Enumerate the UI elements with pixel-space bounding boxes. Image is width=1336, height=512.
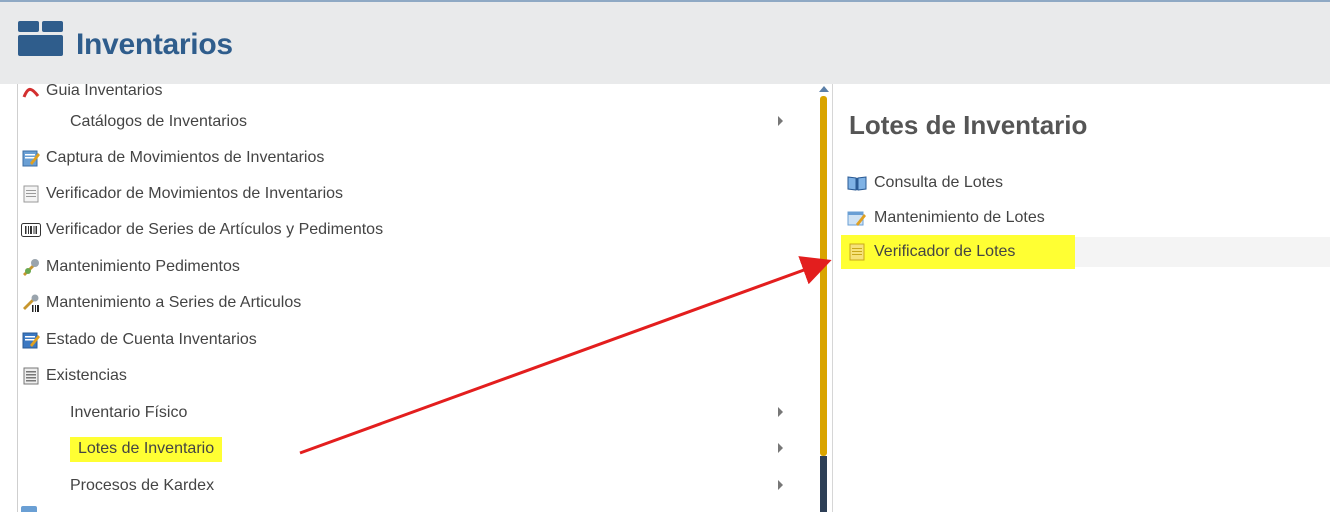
yellow-doc-icon — [847, 243, 867, 261]
app-header: Inventarios — [0, 0, 1330, 84]
edit-table-icon — [847, 209, 867, 227]
submenu-title: Lotes de Inventario — [849, 110, 1088, 140]
menu-item-existencias[interactable]: Existencias — [18, 361, 798, 391]
box-icon — [17, 19, 64, 57]
menu-item-label: Mantenimiento a Series de Articulos — [46, 294, 302, 311]
submenu-panel: Lotes de Inventario Consulta de Lotes Ma… — [833, 84, 1330, 512]
left-menu: Guia Inventarios Catálogos de Inventario… — [17, 84, 820, 512]
menu-item-guia-inventarios[interactable]: Guia Inventarios — [18, 84, 798, 106]
submenu-item-label: Consulta de Lotes — [874, 174, 1003, 191]
menu-item-label: Verificador de Movimientos de Inventario… — [46, 185, 344, 202]
submenu-item-consulta-lotes[interactable]: Consulta de Lotes — [847, 168, 1330, 198]
menu-item-label: Mantenimiento Pedimentos — [46, 258, 240, 275]
edit-doc-icon — [21, 331, 41, 349]
pdf-icon — [21, 84, 41, 100]
menu-item-label: Inventario Físico — [70, 404, 188, 421]
menu-item-label: Procesos de Kardex — [70, 477, 215, 494]
highlight-box: Verificador de Lotes — [841, 235, 1076, 269]
tools-icon — [21, 258, 41, 276]
barcode-icon — [21, 221, 41, 239]
submenu-item-label: Mantenimiento de Lotes — [874, 209, 1045, 226]
next-item-icon — [21, 506, 37, 512]
menu-item-label: Verificador de Series de Artículos y Ped… — [46, 221, 384, 238]
menu-item-verificador-series[interactable]: Verificador de Series de Artículos y Ped… — [18, 215, 798, 245]
chevron-right-icon — [778, 407, 783, 417]
tools-barcode-icon — [21, 294, 41, 312]
edit-doc-icon — [21, 149, 41, 167]
menu-item-label: Guia Inventarios — [46, 84, 163, 99]
list-doc-icon — [21, 367, 41, 385]
menu-item-mantenimiento-series[interactable]: Mantenimiento a Series de Articulos — [18, 288, 798, 318]
menu-item-captura-movimientos[interactable]: Captura de Movimientos de Inventarios — [18, 143, 798, 173]
menu-item-estado-cuenta[interactable]: Estado de Cuenta Inventarios — [18, 325, 798, 355]
menu-item-label: Catálogos de Inventarios — [70, 113, 247, 130]
document-icon — [21, 185, 41, 203]
chevron-right-icon — [778, 480, 783, 490]
menu-item-procesos-kardex[interactable]: Procesos de Kardex — [18, 471, 798, 501]
menu-item-label: Captura de Movimientos de Inventarios — [46, 149, 325, 166]
scrollbar-thumb[interactable] — [820, 96, 827, 456]
chevron-right-icon — [778, 116, 783, 126]
scrollbar-thumb-lower[interactable] — [820, 456, 827, 512]
menu-item-mantenimiento-pedimentos[interactable]: Mantenimiento Pedimentos — [18, 252, 798, 282]
submenu-item-label: Verificador de Lotes — [874, 243, 1016, 260]
menu-item-label: Estado de Cuenta Inventarios — [46, 331, 257, 348]
book-icon — [847, 174, 867, 192]
chevron-right-icon — [778, 443, 783, 453]
submenu-item-verificador-lotes[interactable]: Verificador de Lotes — [841, 235, 1330, 269]
page-title: Inventarios — [76, 28, 233, 61]
scroll-up-icon[interactable] — [819, 86, 829, 92]
menu-item-label: Existencias — [46, 367, 127, 384]
menu-item-label: Lotes de Inventario — [70, 436, 223, 462]
menu-item-lotes-inventario[interactable]: Lotes de Inventario — [18, 434, 798, 464]
submenu-item-mantenimiento-lotes[interactable]: Mantenimiento de Lotes — [847, 203, 1330, 233]
menu-item-verificador-movimientos[interactable]: Verificador de Movimientos de Inventario… — [18, 179, 798, 209]
menu-item-catalogos[interactable]: Catálogos de Inventarios — [18, 107, 798, 137]
menu-item-inventario-fisico[interactable]: Inventario Físico — [18, 398, 798, 428]
